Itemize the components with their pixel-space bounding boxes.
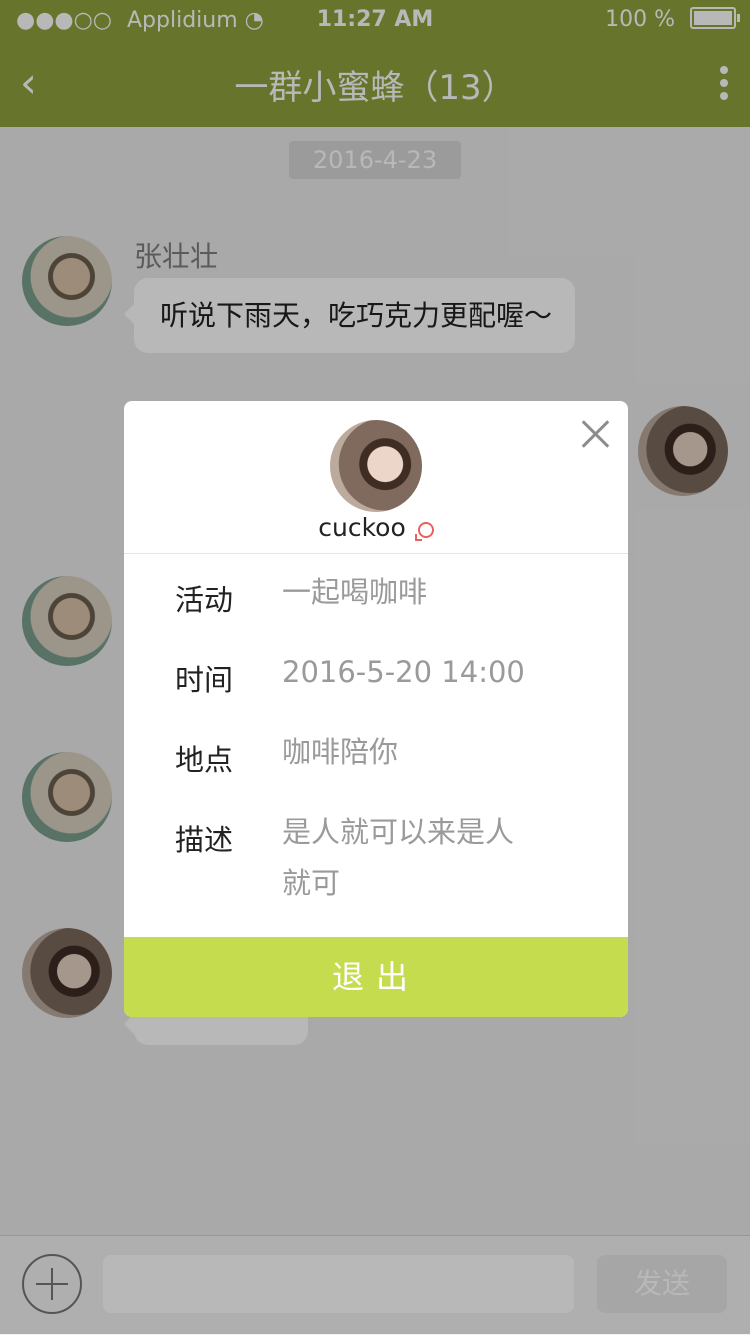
close-icon[interactable] bbox=[580, 419, 610, 449]
activity-label: 活动 bbox=[175, 583, 234, 617]
location-label: 地点 bbox=[175, 743, 234, 777]
chat-bubble-icon bbox=[414, 522, 434, 541]
activity-modal: cuckoo 活动 一起喝咖啡 时间 2016-5-20 14:00 地点 咖啡… bbox=[124, 401, 628, 1017]
user-avatar bbox=[330, 420, 422, 512]
time-label: 时间 bbox=[175, 663, 234, 697]
exit-button[interactable]: 退出 bbox=[124, 937, 628, 1017]
user-name: cuckoo bbox=[124, 513, 628, 542]
divider bbox=[124, 553, 628, 554]
description-value: 是人就可以来是人就可 bbox=[282, 815, 515, 900]
location-value: 咖啡陪你 bbox=[282, 735, 399, 769]
activity-value: 一起喝咖啡 bbox=[282, 575, 428, 609]
time-value: 2016-5-20 14:00 bbox=[282, 655, 525, 689]
description-label: 描述 bbox=[175, 823, 234, 857]
user-name-text: cuckoo bbox=[318, 513, 406, 542]
